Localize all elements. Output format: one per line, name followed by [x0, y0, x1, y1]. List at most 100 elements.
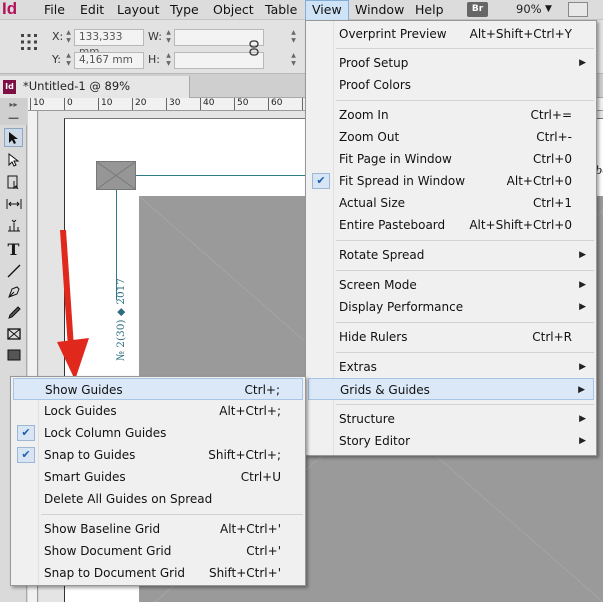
checkmark-icon: ✔: [312, 173, 330, 189]
ruler-tick: 50: [234, 98, 248, 110]
direct-selection-tool-icon[interactable]: [4, 150, 23, 169]
separator: [336, 322, 594, 323]
w-label: W:: [148, 30, 162, 43]
rotated-issue-text[interactable]: № 2(30) ◆ 2017: [115, 278, 127, 361]
pencil-tool-icon[interactable]: [4, 303, 23, 322]
menu-item-lock-guides[interactable]: Lock Guides Alt+Ctrl+;: [13, 400, 303, 422]
menu-item-proof-setup[interactable]: Proof Setup ▶: [308, 52, 594, 74]
separator: [336, 270, 594, 271]
tools-panel-header[interactable]: ▸▸ ━━: [0, 98, 27, 125]
menu-item-fit-spread[interactable]: ✔ Fit Spread in Window Alt+Ctrl+0: [308, 170, 594, 192]
menu-item-entire-pasteboard[interactable]: Entire Pasteboard Alt+Shift+Ctrl+0: [308, 214, 594, 236]
ruler-tick: 20: [132, 98, 146, 110]
chevron-down-icon[interactable]: ▼: [545, 1, 552, 18]
submenu-arrow-icon: ▶: [579, 302, 586, 312]
menu-layout[interactable]: Layout: [111, 0, 166, 20]
grids-guides-submenu: Show Guides Ctrl+; Lock Guides Alt+Ctrl+…: [10, 376, 306, 586]
separator: [336, 100, 594, 101]
menu-item-display-performance[interactable]: Display Performance ▶: [308, 296, 594, 318]
menu-item-structure[interactable]: Structure ▶: [308, 408, 594, 430]
w-spinner[interactable]: ▲ ▼: [164, 29, 173, 46]
pen-tool-icon[interactable]: [4, 282, 23, 301]
menu-type[interactable]: Type: [164, 0, 205, 20]
app-logo: Id: [2, 0, 18, 18]
page-tool-icon[interactable]: [4, 172, 23, 191]
menu-item-grids-guides[interactable]: Grids & Guides ▶: [308, 378, 594, 400]
submenu-arrow-icon: ▶: [578, 385, 585, 395]
y-field[interactable]: 4,167 mm: [74, 52, 144, 69]
menu-item-extras[interactable]: Extras ▶: [308, 356, 594, 378]
rectangle-frame-tool-icon[interactable]: [4, 324, 23, 343]
menu-window[interactable]: Window: [349, 0, 410, 20]
separator: [336, 404, 594, 405]
submenu-arrow-icon: ▶: [579, 58, 586, 68]
menu-bar: Id File Edit Layout Type Object Table Vi…: [0, 0, 603, 20]
menu-item-story-editor[interactable]: Story Editor ▶: [308, 430, 594, 452]
rotate-spinner[interactable]: ▲ ▼: [289, 29, 298, 46]
x-field[interactable]: 133,333 mm: [74, 29, 144, 58]
rectangle-tool-icon[interactable]: [4, 345, 23, 364]
shear-spinner[interactable]: ▲ ▼: [289, 52, 298, 69]
ruler-tick: 60: [268, 98, 282, 110]
checkmark-icon: ✔: [17, 425, 35, 441]
menu-item-show-baseline-grid[interactable]: Show Baseline Grid Alt+Ctrl+': [13, 518, 303, 540]
menu-item-zoom-in[interactable]: Zoom In Ctrl+=: [308, 104, 594, 126]
menu-table[interactable]: Table: [259, 0, 303, 20]
menu-item-smart-guides[interactable]: Smart Guides Ctrl+U: [13, 466, 303, 488]
menu-view[interactable]: View: [305, 0, 349, 20]
indesign-doc-icon: Id: [3, 80, 16, 94]
separator: [336, 48, 594, 49]
h-spinner[interactable]: ▲ ▼: [164, 52, 173, 69]
menu-item-zoom-out[interactable]: Zoom Out Ctrl+-: [308, 126, 594, 148]
separator: [41, 514, 303, 515]
ruler-tick: 0: [64, 98, 73, 110]
selection-tool-icon[interactable]: [4, 128, 23, 147]
gap-tool-icon[interactable]: [4, 194, 23, 213]
y-label: Y:: [52, 53, 61, 66]
menu-item-fit-page[interactable]: Fit Page in Window Ctrl+0: [308, 148, 594, 170]
x-spinner[interactable]: ▲ ▼: [64, 29, 73, 46]
submenu-arrow-icon: ▶: [579, 436, 586, 446]
menu-edit[interactable]: Edit: [74, 0, 110, 20]
type-tool-icon[interactable]: T: [4, 240, 23, 259]
x-label: X:: [52, 30, 64, 43]
menu-item-overprint-preview[interactable]: Overprint Preview Alt+Shift+Ctrl+Y: [308, 23, 594, 45]
line-tool-icon[interactable]: [4, 261, 23, 280]
menu-object[interactable]: Object: [207, 0, 260, 20]
submenu-arrow-icon: ▶: [579, 250, 586, 260]
menu-item-show-guides[interactable]: Show Guides Ctrl+;: [13, 378, 303, 400]
view-menu: Overprint Preview Alt+Shift+Ctrl+Y Proof…: [305, 20, 597, 456]
menu-file[interactable]: File: [38, 0, 71, 20]
document-tab[interactable]: Id *Untitled-1 @ 89%: [0, 76, 190, 98]
placeholder-frame[interactable]: [96, 161, 136, 190]
ruler-tick: 40: [200, 98, 214, 110]
menu-item-screen-mode[interactable]: Screen Mode ▶: [308, 274, 594, 296]
checkmark-icon: ✔: [17, 447, 35, 463]
menu-item-lock-column-guides[interactable]: ✔ Lock Column Guides: [13, 422, 303, 444]
menu-item-proof-colors[interactable]: Proof Colors: [308, 74, 594, 96]
ruler-tick: 10: [30, 98, 44, 110]
submenu-arrow-icon: ▶: [579, 414, 586, 424]
ruler-tick: 10: [98, 98, 112, 110]
separator: [336, 352, 594, 353]
constrain-proportions-icon[interactable]: [247, 40, 261, 56]
menu-help[interactable]: Help: [409, 0, 450, 20]
submenu-arrow-icon: ▶: [579, 280, 586, 290]
menu-item-actual-size[interactable]: Actual Size Ctrl+1: [308, 192, 594, 214]
bridge-button[interactable]: Br: [467, 2, 488, 17]
reference-point-icon[interactable]: [20, 33, 38, 51]
document-title: *Untitled-1 @ 89%: [23, 79, 131, 93]
menu-item-snap-to-document-grid[interactable]: Snap to Document Grid Shift+Ctrl+': [13, 562, 303, 584]
submenu-arrow-icon: ▶: [579, 362, 586, 372]
h-label: H:: [148, 53, 160, 66]
menu-item-delete-all-guides[interactable]: Delete All Guides on Spread: [13, 488, 303, 510]
menu-item-show-document-grid[interactable]: Show Document Grid Ctrl+': [13, 540, 303, 562]
separator: [336, 240, 594, 241]
ruler-tick: 30: [166, 98, 180, 110]
content-collector-tool-icon[interactable]: [4, 215, 23, 234]
screen-mode-button[interactable]: [568, 2, 588, 17]
menu-item-rotate-spread[interactable]: Rotate Spread ▶: [308, 244, 594, 266]
menu-item-hide-rulers[interactable]: Hide Rulers Ctrl+R: [308, 326, 594, 348]
menu-item-snap-to-guides[interactable]: ✔ Snap to Guides Shift+Ctrl+;: [13, 444, 303, 466]
y-spinner[interactable]: ▲ ▼: [64, 52, 73, 69]
